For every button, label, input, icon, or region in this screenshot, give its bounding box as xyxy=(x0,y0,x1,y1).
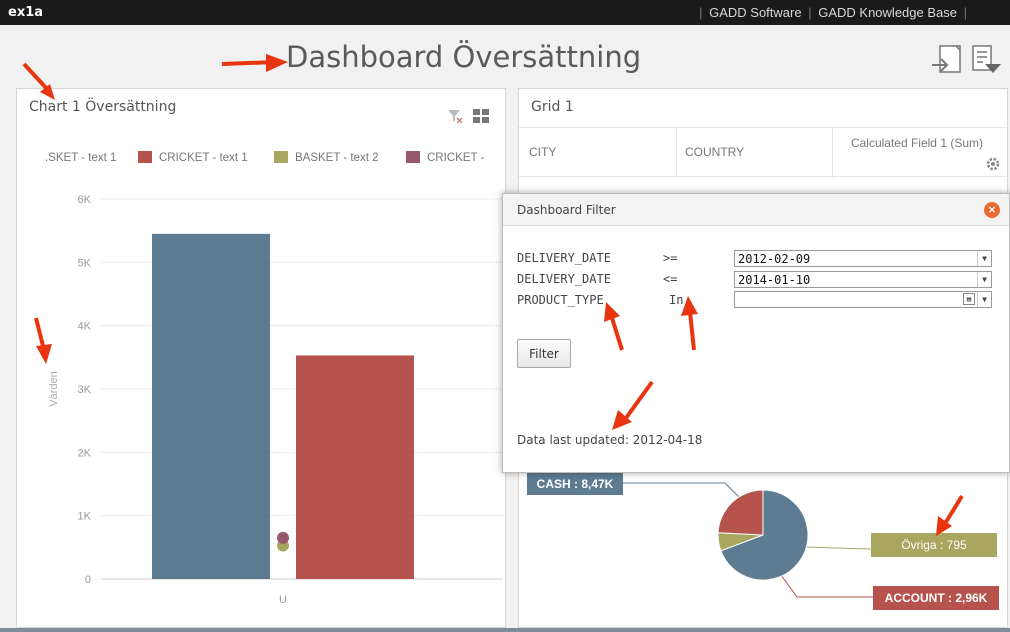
filter-field: DELIVERY_DATE xyxy=(517,272,611,286)
bar[interactable] xyxy=(152,233,270,580)
filter-operator: <= xyxy=(663,272,678,286)
pie-leader-line xyxy=(621,482,746,504)
filter-operator: >= xyxy=(663,251,678,265)
app-name: ex1a xyxy=(8,5,44,20)
select-value: 2014-01-10 xyxy=(738,273,811,287)
data-last-updated: Data last updated: 2012-04-18 xyxy=(517,433,703,447)
filter-field: DELIVERY_DATE xyxy=(517,251,611,265)
y-tick-label: 2K xyxy=(78,447,92,459)
y-tick-label: 1K xyxy=(78,511,92,523)
scatter-point[interactable] xyxy=(277,531,289,544)
delivery-date-from-select[interactable]: 2012-02-09 ▼ xyxy=(734,250,992,267)
dashboard-filter-dialog: Dashboard Filter × DELIVERY_DATE >= 2012… xyxy=(502,193,1010,473)
y-axis-label: Värden xyxy=(48,371,60,406)
pie-label-cash: CASH : 8,47K xyxy=(527,473,623,495)
picker-icon[interactable]: ▤ xyxy=(963,293,975,305)
dashboard-title: Dashboard Översättning xyxy=(286,40,642,74)
pie-label-ovriga: Övriga : 795 xyxy=(871,533,997,557)
chevron-down-icon[interactable]: ▼ xyxy=(977,251,991,266)
annotation-arrow xyxy=(221,54,288,72)
delivery-date-to-select[interactable]: 2014-01-10 ▼ xyxy=(734,271,992,288)
y-tick-label: 4K xyxy=(78,321,92,333)
y-tick-label: 6K xyxy=(78,194,92,206)
select-value: 2012-02-09 xyxy=(738,252,811,266)
filter-operator: In xyxy=(669,293,684,307)
gadd-software-link[interactable]: GADD Software xyxy=(709,5,801,20)
y-tick-label: 5K xyxy=(78,257,92,269)
separator: | xyxy=(699,5,703,20)
chart-panel: Chart 1 Översättning .SKET - text 1 CRIC… xyxy=(16,88,506,628)
filter-button[interactable]: Filter xyxy=(517,339,571,368)
bar-chart: 0 1K 2K 3K 4K 5K 6K Värden U xyxy=(48,194,503,606)
pie-leader-line xyxy=(780,574,873,598)
dialog-header: Dashboard Filter × xyxy=(503,194,1009,226)
top-links: | GADD Software | GADD Knowledge Base | xyxy=(696,5,970,20)
product-type-select[interactable]: ▤ ▼ xyxy=(734,291,992,308)
pie-slice[interactable] xyxy=(717,489,764,536)
chevron-down-icon[interactable]: ▼ xyxy=(977,272,991,287)
filter-field: PRODUCT_TYPE xyxy=(517,293,604,307)
y-tick-label: 0 xyxy=(85,574,91,586)
top-bar: ex1a | GADD Software | GADD Knowledge Ba… xyxy=(0,0,1010,25)
x-tick-label: U xyxy=(279,594,287,606)
gadd-knowledge-base-link[interactable]: GADD Knowledge Base xyxy=(818,5,957,20)
separator: | xyxy=(808,5,812,20)
pie-label-account: ACCOUNT : 2,96K xyxy=(873,586,999,610)
bottom-border xyxy=(0,628,1010,632)
y-tick-label: 3K xyxy=(78,384,92,396)
filter-panel-icon[interactable] xyxy=(970,44,1006,76)
chevron-down-icon[interactable]: ▼ xyxy=(977,292,991,307)
separator: | xyxy=(963,5,967,20)
close-icon[interactable]: × xyxy=(984,202,1000,218)
bar[interactable] xyxy=(296,355,414,579)
export-icon[interactable] xyxy=(930,44,966,76)
pie-leader-line xyxy=(802,546,872,550)
dialog-title: Dashboard Filter xyxy=(517,203,616,217)
